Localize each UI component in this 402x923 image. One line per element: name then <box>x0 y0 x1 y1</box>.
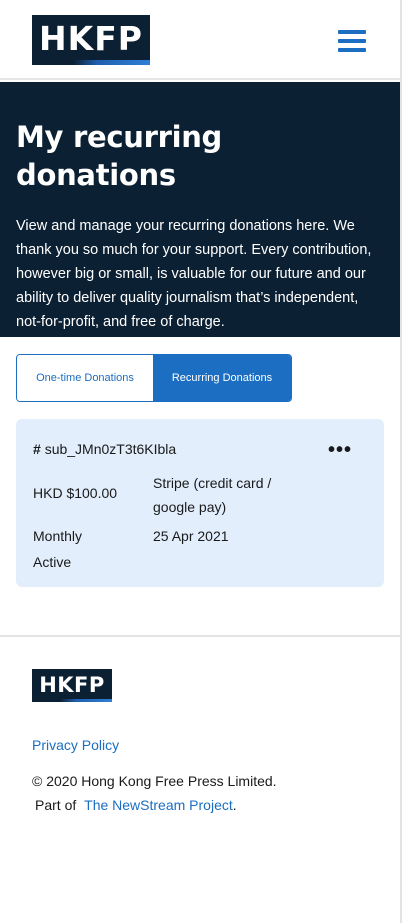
donation-amount: HKD $100.00 <box>33 485 118 501</box>
recurring-donation-card: # sub_JMn0zT3t6KIbla ••• HKD $100.00 Str… <box>16 419 384 587</box>
footer-logo-stripe <box>32 699 112 702</box>
page-description: View and manage your recurring donations… <box>16 218 372 330</box>
part-of-suffix: . <box>232 797 237 813</box>
subscription-id-value: sub_JMn0zT3t6KIbla <box>44 441 177 457</box>
footer-hkfp-logo[interactable]: HKFP <box>32 669 112 702</box>
newstream-project-link[interactable]: The NewStream Project <box>84 797 233 813</box>
tab-one-time-donations[interactable]: One-time Donations <box>17 355 153 401</box>
logo-text: HKFP <box>39 19 143 58</box>
hkfp-logo[interactable]: HKFP <box>32 15 150 65</box>
menu-bar <box>338 39 366 43</box>
donation-frequency: Monthly <box>33 528 83 544</box>
part-of-line: Part of The NewStream Project. <box>35 793 237 817</box>
frequency-status: Monthly Active <box>33 523 82 575</box>
footer-divider <box>0 635 400 637</box>
logo-stripe <box>32 60 150 65</box>
payment-method: Stripe (credit card / google pay) <box>153 475 272 515</box>
menu-bar <box>338 48 366 52</box>
more-options-icon[interactable]: ••• <box>328 440 352 460</box>
donation-status: Active <box>33 554 72 570</box>
footer-logo-text: HKFP <box>39 673 105 697</box>
hash-symbol: # <box>33 441 41 457</box>
privacy-policy-link[interactable]: Privacy Policy <box>32 737 119 753</box>
menu-bar <box>338 30 366 34</box>
part-of-label: Part of <box>35 797 77 813</box>
hamburger-menu-icon[interactable] <box>338 30 366 52</box>
subscription-id: # sub_JMn0zT3t6KIbla <box>33 441 176 457</box>
page-title: My recurring donations <box>16 120 223 192</box>
donation-date: 25 Apr 2021 <box>153 528 229 544</box>
page-hero: My recurring donations View and manage y… <box>0 82 400 337</box>
tab-recurring-donations[interactable]: Recurring Donations <box>153 355 291 401</box>
copyright-text: © 2020 Hong Kong Free Press Limited. <box>32 773 277 789</box>
donation-type-tabs: One-time Donations Recurring Donations <box>16 354 292 402</box>
top-navigation-bar: HKFP <box>0 0 400 80</box>
